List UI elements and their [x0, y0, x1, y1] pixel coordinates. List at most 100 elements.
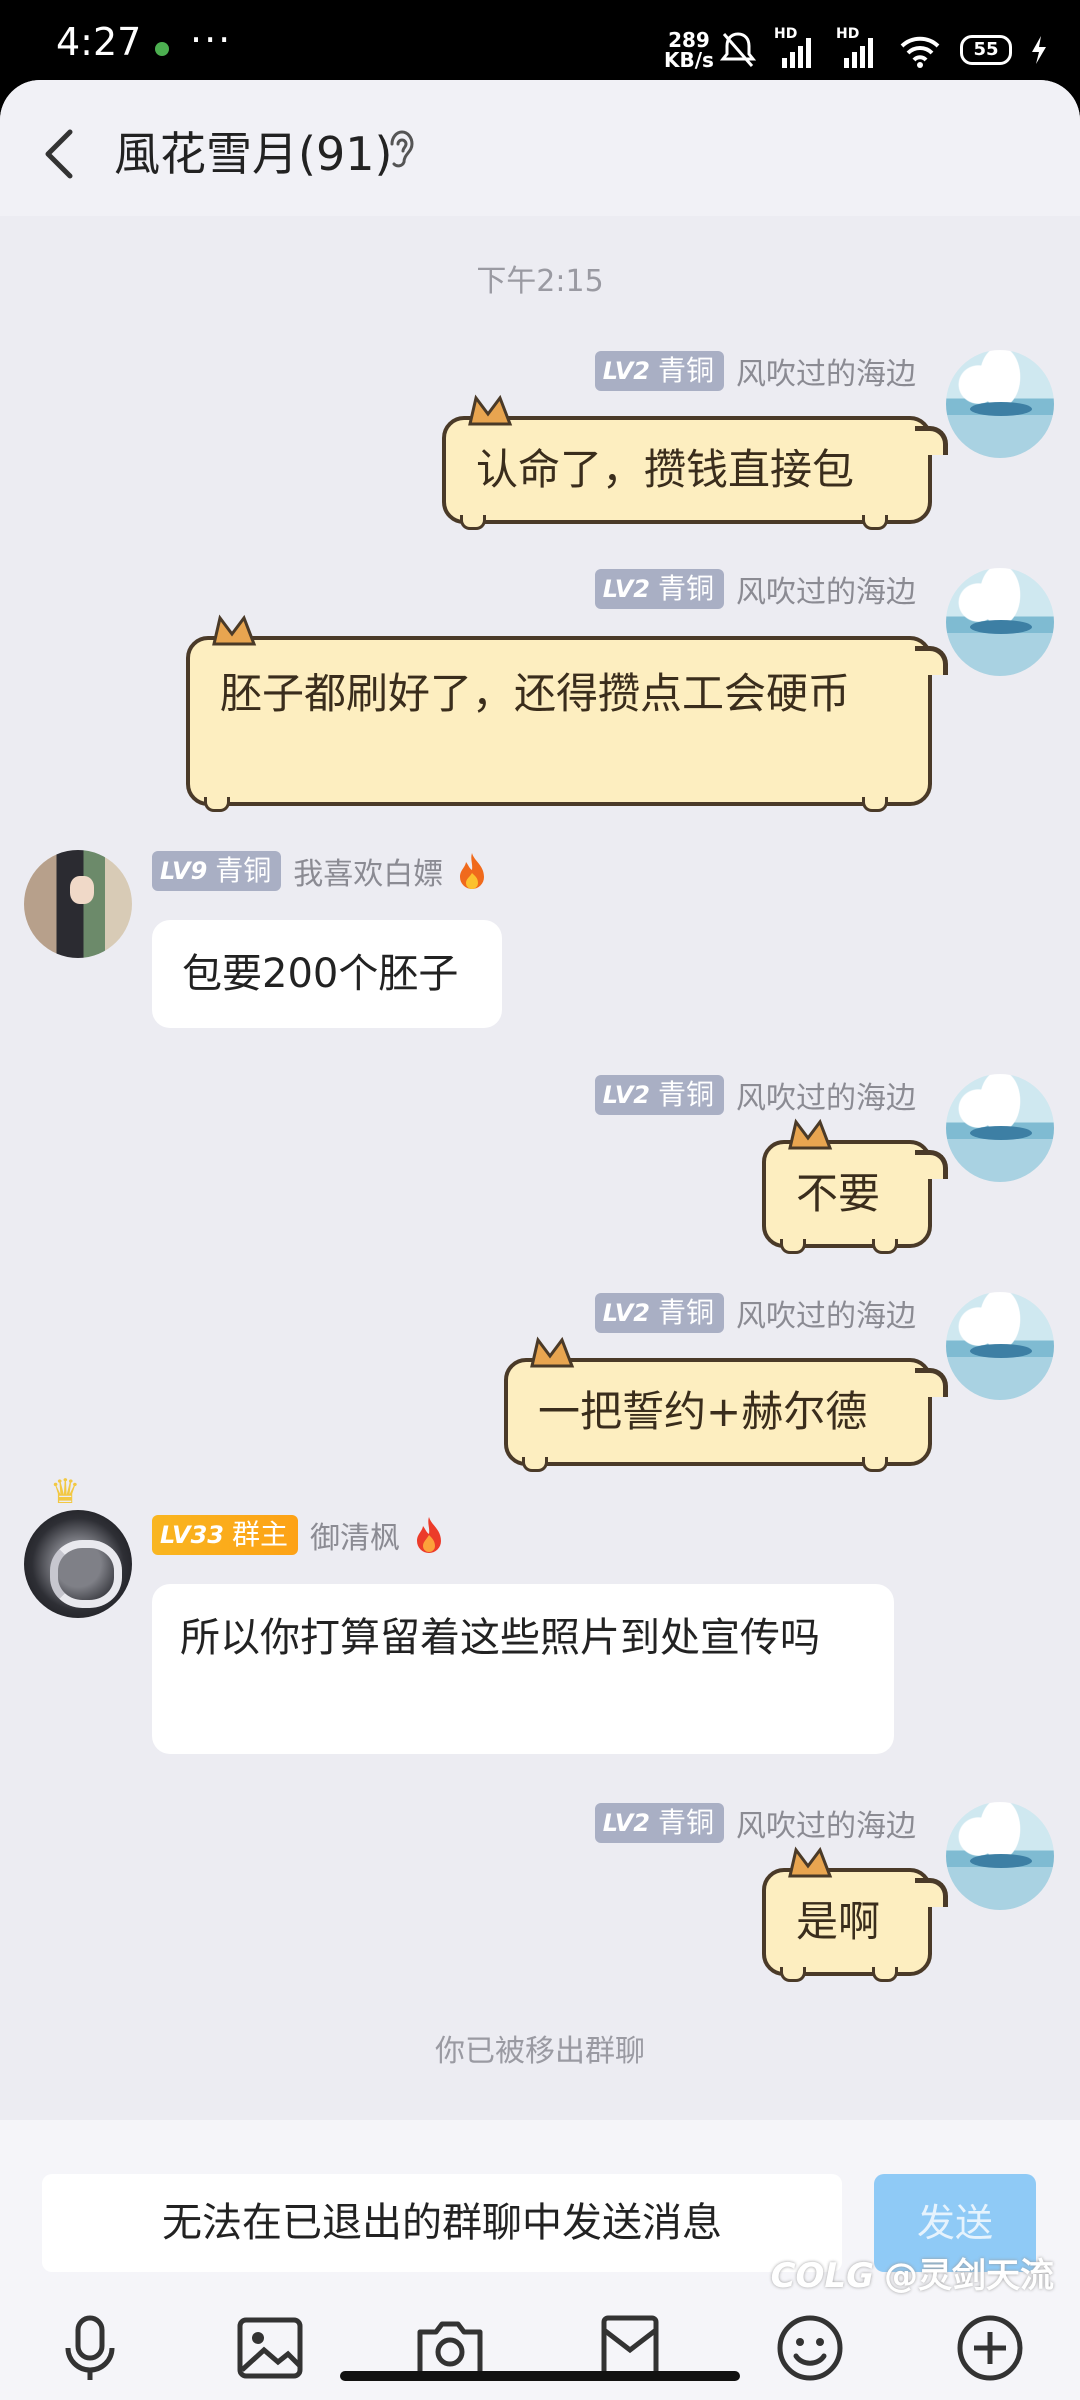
title-text: 青铜 [215, 854, 272, 887]
signal-1-label: HD [774, 26, 798, 42]
cat-paw-icon [862, 797, 888, 812]
title-text: 青铜 [657, 1806, 714, 1839]
cat-paw-icon [872, 1967, 898, 1982]
avatar[interactable] [24, 850, 132, 958]
flame-icon [416, 1517, 441, 1553]
flame-icon [460, 853, 485, 889]
cat-ears-icon [788, 1846, 833, 1878]
more-notifications-icon: ··· [190, 18, 233, 62]
cat-paw-icon [460, 515, 486, 530]
system-notice: 你已被移出群聊 [435, 2034, 645, 2069]
sender-meta: LV2 青铜 风吹过的海边 [594, 350, 916, 392]
sender-name: 风吹过的海边 [736, 1809, 916, 1844]
cat-ears-icon [788, 1118, 833, 1150]
level-badge: LV2 青铜 [594, 569, 724, 609]
network-speed: 289 KB/s [664, 30, 714, 70]
whale-figure [970, 402, 1032, 416]
time-separator: 下午2:15 [476, 264, 604, 299]
sender-name: 风吹过的海边 [736, 357, 916, 392]
message-input[interactable]: 无法在已退出的群聊中发送消息 [42, 2174, 842, 2272]
sender-meta: LV2 青铜 风吹过的海边 [594, 568, 916, 610]
title-text: 青铜 [657, 1296, 714, 1329]
status-time: 4:27 [56, 20, 142, 64]
battery-icon: 55 [960, 35, 1012, 65]
level-text: LV9 [160, 857, 208, 885]
message-text: 一把誓约+赫尔德 [538, 1387, 868, 1436]
sender-name: 我喜欢白嫖 [293, 857, 444, 892]
cat-ears-icon [530, 1336, 575, 1368]
message-bubble[interactable]: 不要 [762, 1118, 948, 1254]
message-text: 不要 [796, 1169, 881, 1218]
avatar[interactable] [946, 568, 1054, 676]
status-icons: HD HD 55 [720, 26, 1048, 72]
title-text: 群主 [231, 1518, 288, 1551]
sender-meta: LV2 青铜 风吹过的海边 [594, 1292, 916, 1334]
message-text: 是啊 [796, 1897, 881, 1946]
plus-icon[interactable] [950, 2308, 1030, 2388]
image-icon[interactable] [230, 2308, 310, 2388]
title-text: 青铜 [657, 354, 714, 387]
home-indicator[interactable] [340, 2371, 740, 2381]
watermark-logo: COLG [770, 2256, 874, 2296]
chevron-left-icon[interactable] [30, 116, 90, 186]
charging-icon [1032, 36, 1046, 64]
message-bubble[interactable]: 所以你打算留着这些照片到处宣传吗 [152, 1584, 894, 1754]
whale-figure [970, 1854, 1032, 1868]
cat-paw-icon [522, 1457, 548, 1472]
sender-meta: LV2 青铜 风吹过的海边 [594, 1074, 916, 1116]
level-text: LV2 [602, 1299, 650, 1327]
sender-meta: LV9 青铜 我喜欢白嫖 [152, 850, 489, 892]
message-text: 认命了，攒钱直接包 [476, 445, 855, 494]
cat-paw-icon [872, 1239, 898, 1254]
avatar[interactable] [946, 1292, 1054, 1400]
level-text: LV2 [602, 575, 650, 603]
level-text: LV2 [602, 1081, 650, 1109]
wifi-icon [900, 36, 940, 68]
message-bubble[interactable]: 认命了，攒钱直接包 [442, 394, 948, 530]
crown-icon: ♛ [50, 1472, 81, 1512]
avatar[interactable] [946, 350, 1054, 458]
sender-meta: LV33 群主 御清枫 [152, 1514, 446, 1556]
whale-figure [970, 1344, 1032, 1358]
sender-name: 御清枫 [309, 1521, 400, 1556]
chat-screen: 風花雪月(91) 下午2:15 LV2 青铜 风吹过的海边 认命了，攒钱直接包 L… [0, 80, 1080, 2400]
notification-dot-icon [155, 42, 169, 56]
message-bubble[interactable]: 是啊 [762, 1846, 948, 1982]
chat-title[interactable]: 風花雪月(91) [114, 118, 392, 184]
message-bubble[interactable]: 胚子都刷好了，还得攒点工会硬币 [186, 614, 948, 812]
signal-2-icon: HD [836, 26, 880, 70]
message-text: 所以你打算留着这些照片到处宣传吗 [180, 1615, 820, 1661]
cat-paw-icon [204, 797, 230, 812]
cat-paw-icon [862, 1457, 888, 1472]
cat-tail-icon [915, 426, 948, 455]
avatar[interactable] [946, 1802, 1054, 1910]
level-badge: LV2 青铜 [594, 1293, 724, 1333]
avatar[interactable] [946, 1074, 1054, 1182]
sender-name: 风吹过的海边 [736, 1299, 916, 1334]
signal-1-icon: HD [774, 26, 818, 70]
watermark-text: @灵剑天流 [884, 2256, 1054, 2296]
cat-tail-icon [915, 1150, 948, 1179]
ear-icon[interactable] [384, 126, 420, 172]
cat-paw-icon [780, 1967, 806, 1982]
cat-ears-icon [212, 614, 257, 646]
emoji-icon[interactable] [770, 2308, 850, 2388]
cat-paw-icon [780, 1239, 806, 1254]
level-badge: LV2 青铜 [594, 1803, 724, 1843]
whale-figure [970, 620, 1032, 634]
cat-tail-icon [915, 646, 948, 675]
cat-paw-icon [862, 515, 888, 530]
level-badge: LV9 青铜 [152, 851, 282, 891]
sender-name: 风吹过的海边 [736, 575, 916, 610]
whale-figure [970, 1126, 1032, 1140]
cat-tail-icon [915, 1368, 948, 1397]
message-bubble[interactable]: 一把誓约+赫尔德 [504, 1336, 948, 1472]
message-text: 胚子都刷好了，还得攒点工会硬币 [220, 669, 851, 718]
avatar-face [70, 876, 94, 904]
watermark: COLG @灵剑天流 [771, 2248, 1054, 2297]
level-text: LV2 [602, 357, 650, 385]
message-bubble[interactable]: 包要200个胚子 [152, 920, 502, 1028]
cat-tail-icon [915, 1878, 948, 1907]
microphone-icon[interactable] [50, 2308, 130, 2388]
avatar[interactable] [24, 1510, 132, 1618]
